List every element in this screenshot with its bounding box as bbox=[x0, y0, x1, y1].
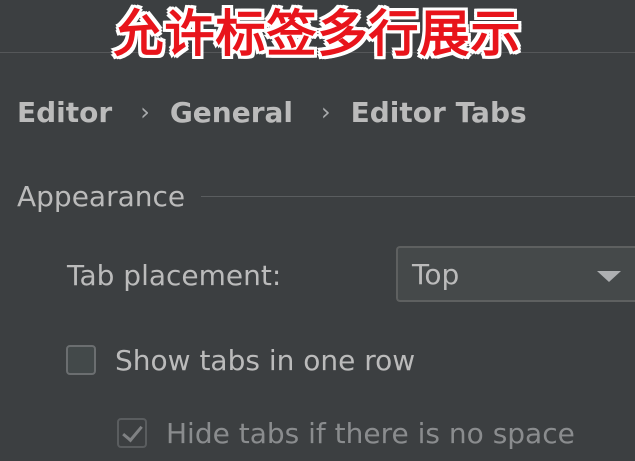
tab-placement-value: Top bbox=[412, 257, 460, 291]
hide-tabs-no-space-option: Hide tabs if there is no space bbox=[117, 413, 575, 453]
tab-placement-select[interactable]: Top bbox=[396, 246, 635, 302]
breadcrumb-item-editor[interactable]: Editor bbox=[17, 96, 112, 129]
section-appearance: Appearance bbox=[17, 176, 635, 216]
breadcrumb-separator-icon: › bbox=[140, 98, 150, 126]
show-tabs-in-one-row-option[interactable]: Show tabs in one row bbox=[66, 340, 415, 380]
overlay-caption: 允许标签多行展示 bbox=[113, 5, 522, 63]
breadcrumb-item-general[interactable]: General bbox=[170, 96, 293, 129]
tab-placement-label: Tab placement: bbox=[67, 259, 282, 292]
hide-tabs-no-space-label: Hide tabs if there is no space bbox=[166, 416, 575, 450]
chevron-down-icon[interactable] bbox=[597, 271, 621, 282]
breadcrumb-separator-icon: › bbox=[321, 98, 331, 126]
breadcrumb-item-editor-tabs: Editor Tabs bbox=[350, 95, 527, 129]
show-tabs-in-one-row-label[interactable]: Show tabs in one row bbox=[115, 344, 415, 377]
section-title: Appearance bbox=[17, 179, 186, 213]
checkmark-icon bbox=[122, 420, 143, 443]
hide-tabs-no-space-checkbox bbox=[117, 418, 147, 448]
section-divider bbox=[201, 195, 635, 197]
show-tabs-in-one-row-checkbox[interactable] bbox=[66, 345, 96, 375]
breadcrumb: Editor › General › Editor Tabs bbox=[17, 92, 527, 132]
